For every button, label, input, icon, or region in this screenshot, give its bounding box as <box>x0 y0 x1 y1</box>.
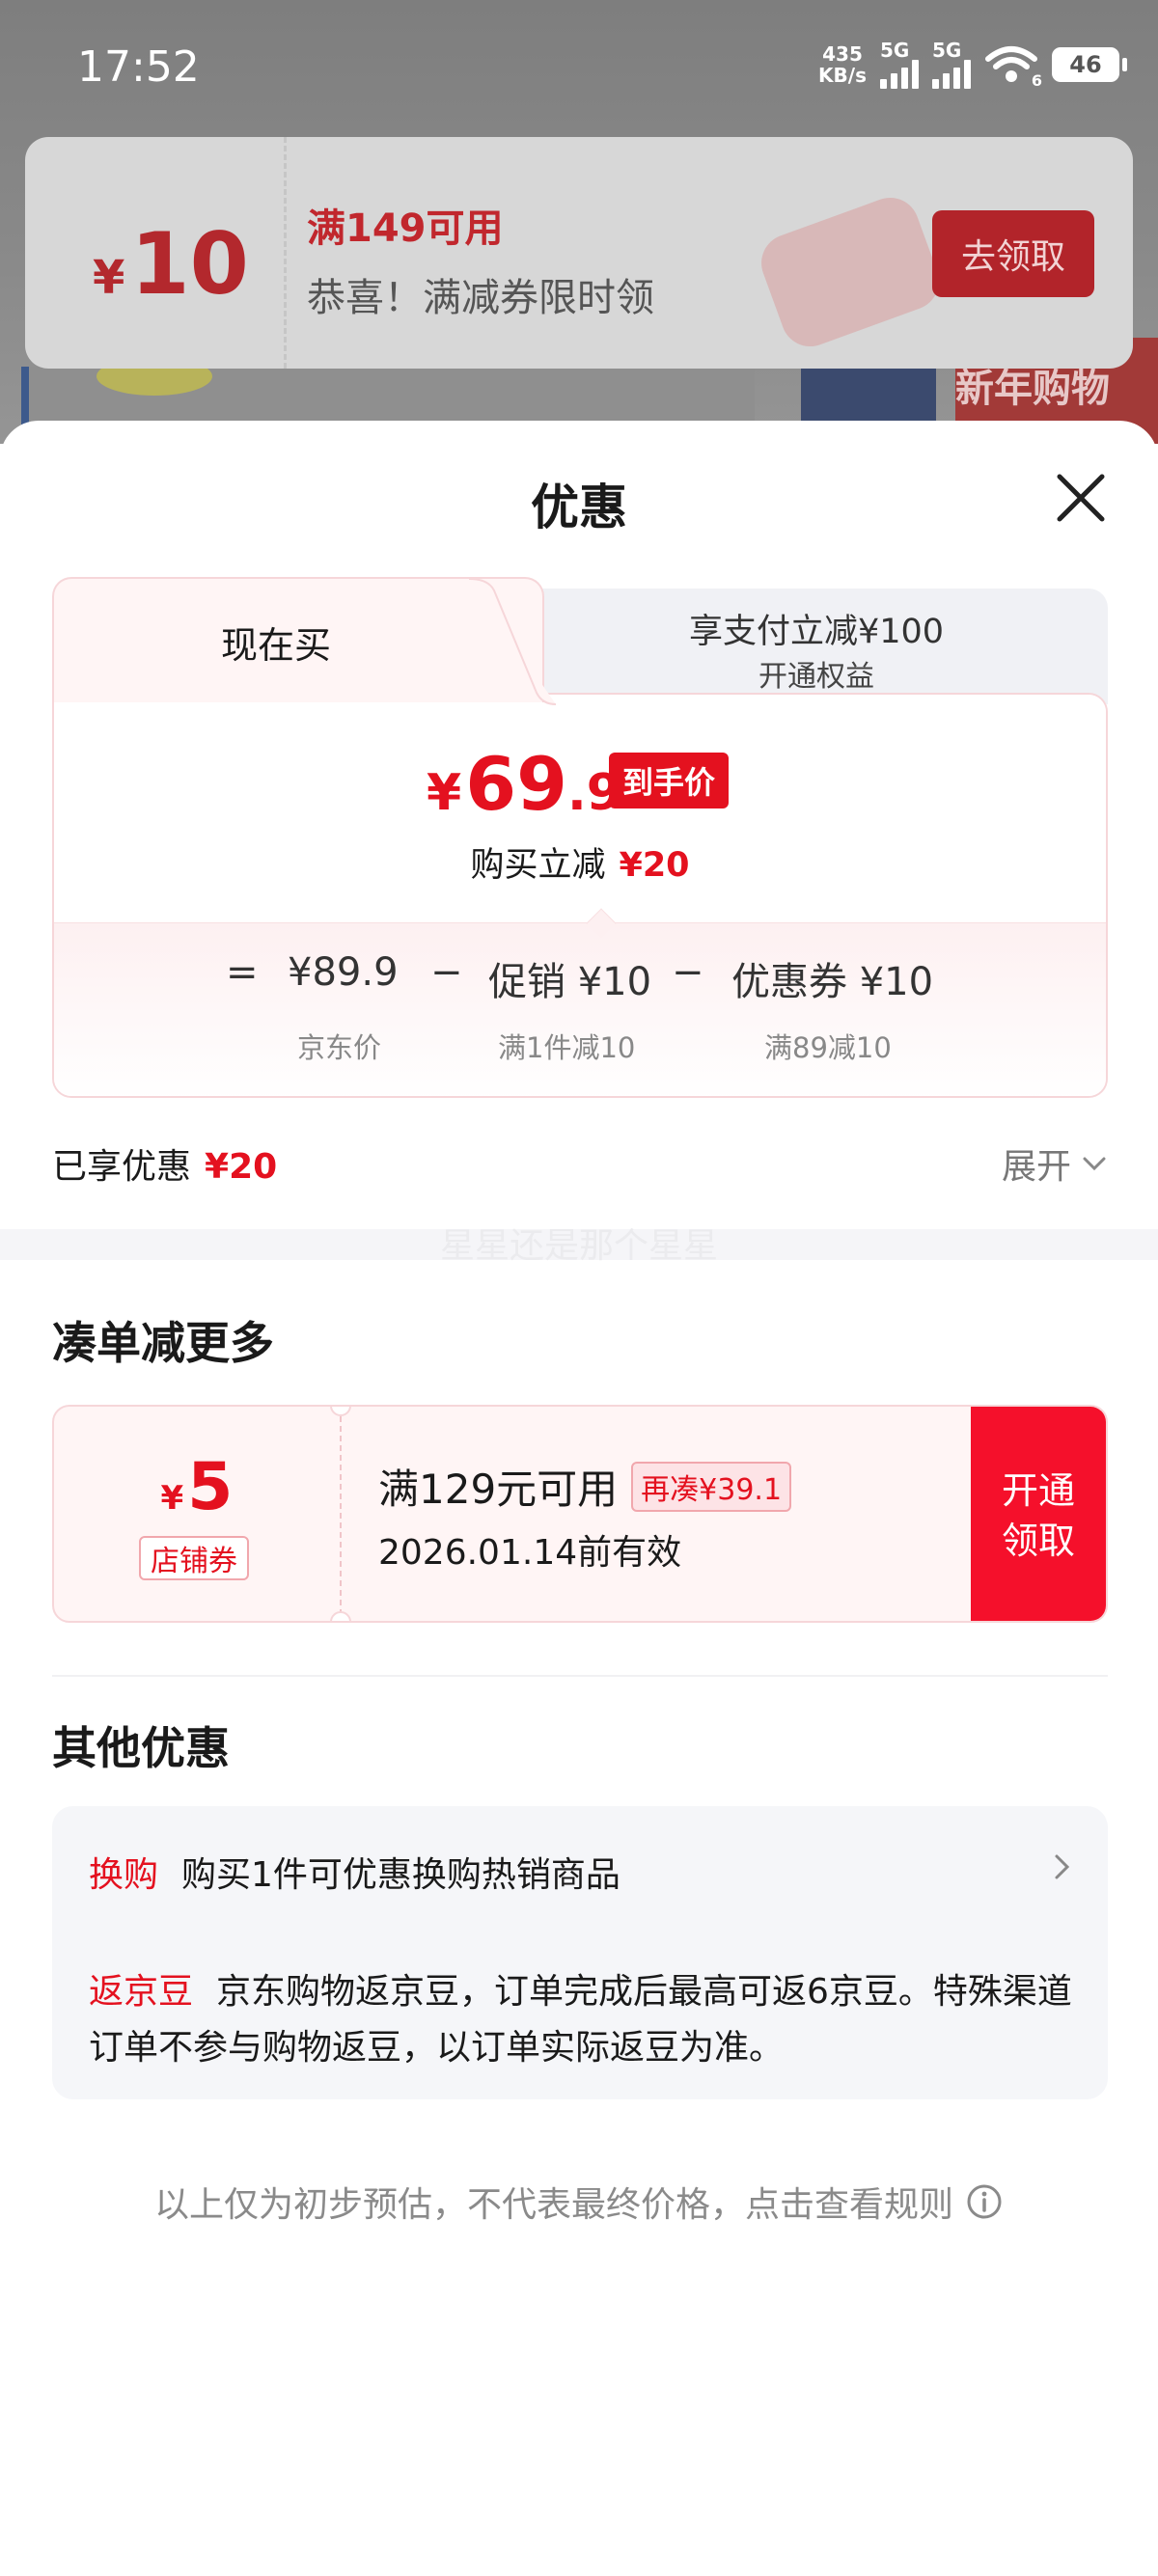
banner-divider <box>284 137 287 369</box>
purchase-reduction: 购买立减 ¥20 <box>54 837 1106 887</box>
store-coupon-amount: ¥5 <box>54 1449 340 1525</box>
store-coupon-validity: 2026.01.14前有效 <box>378 1533 682 1573</box>
formula-minus-1: − <box>430 950 463 995</box>
price-card-body: ¥69.9 到手价 购买立减 ¥20 = ¥89.9 − 促销 ¥10 − 优惠券… <box>52 693 1108 1098</box>
network-speed-unit: KB/s <box>818 64 867 87</box>
activate-claim-line2: 领取 <box>1001 1520 1075 1562</box>
formula-coupon: 优惠券 ¥10 <box>731 960 934 1004</box>
section-divider <box>52 1675 1108 1677</box>
tab-buy-now-label: 现在买 <box>220 623 331 667</box>
status-icons: 435 KB/s 5G 5G 6 46 <box>818 41 1127 90</box>
store-coupon-condition-text: 满129元可用 <box>378 1466 619 1513</box>
formula-equals: = <box>226 950 259 995</box>
battery-level: 46 <box>1069 51 1102 78</box>
exchange-label: 换购 <box>89 1855 159 1895</box>
other-offers-card: 换购 购买1件可优惠换购热销商品 返京豆 京东购物返京豆，订单完成后最高可返6京豆… <box>52 1806 1108 2099</box>
activate-claim-button[interactable]: 开通 领取 <box>971 1407 1106 1621</box>
combine-section-title: 凑单减更多 <box>52 1317 274 1369</box>
close-icon[interactable] <box>1054 471 1108 525</box>
formula-jd-price-label: 京东价 <box>297 1031 382 1064</box>
expand-button[interactable]: 展开 <box>1002 1138 1108 1189</box>
rules-footnote[interactable]: 以上仅为初步预估，不代表最终价格，点击查看规则 <box>0 2177 1158 2227</box>
beans-text: 京东购物返京豆，订单完成后最高可返6京豆。特殊渠道订单不参与购物返豆，以订单实际… <box>89 1972 1072 2068</box>
final-price-currency: ¥ <box>427 764 462 822</box>
info-icon[interactable] <box>965 2182 1004 2221</box>
sim1-label: 5G <box>880 39 910 62</box>
tab-pay-discount-title: 享支付立减¥100 <box>688 613 945 651</box>
final-price-integer: 69 <box>465 741 567 827</box>
purchase-reduction-value: ¥20 <box>619 846 690 885</box>
battery-icon: 46 <box>1052 47 1127 82</box>
store-coupon-value: ¥5 店铺券 <box>54 1407 340 1621</box>
other-offers-title: 其他优惠 <box>52 1722 230 1774</box>
banner-decoration <box>753 189 948 355</box>
coupon-banner: ¥10 满149可用 恭喜！满减券限时领 去领取 <box>25 137 1133 369</box>
network-speed: 435 KB/s <box>818 43 867 86</box>
wifi-badge: 6 <box>1031 71 1042 90</box>
activate-claim-line1: 开通 <box>1001 1469 1075 1512</box>
exchange-text: 购买1件可优惠换购热销商品 <box>181 1855 620 1895</box>
price-card: 享支付立减¥100 开通权益 ¥69.9 到手价 购买立减 ¥20 = ¥89.9… <box>52 577 1108 1098</box>
footnote-text: 以上仅为初步预估，不代表最终价格，点击查看规则 <box>153 2185 953 2225</box>
watermark: 星星还是那个星星 <box>439 1226 718 1266</box>
wifi-icon: 6 <box>984 45 1042 90</box>
sim1-signal-icon: 5G <box>880 41 919 89</box>
sim2-label: 5G <box>932 39 962 62</box>
store-coupon-condition: 满129元可用 再凑¥39.1 <box>378 1457 792 1516</box>
formula-promo: 促销 ¥10 <box>488 960 652 1004</box>
enjoyed-discount-value: ¥20 <box>205 1147 278 1187</box>
enjoyed-discount: 已享优惠 ¥20 <box>52 1138 277 1189</box>
banner-currency: ¥ <box>93 251 125 305</box>
network-speed-value: 435 <box>822 42 863 66</box>
purchase-reduction-label: 购买立减 <box>470 846 606 885</box>
claim-coupon-button[interactable]: 去领取 <box>932 210 1094 297</box>
price-breakdown: = ¥89.9 − 促销 ¥10 − 优惠券 ¥10 京东价 满1件减10 满8… <box>54 922 1106 1096</box>
formula-promo-label: 满1件减10 <box>498 1031 636 1064</box>
status-time: 17:52 <box>77 42 200 92</box>
store-coupon-currency: ¥ <box>160 1479 184 1518</box>
banner-coupon-amount: ¥10 <box>93 214 249 314</box>
store-coupon-number: 5 <box>187 1449 234 1525</box>
store-coupon-tag: 店铺券 <box>139 1536 249 1580</box>
expand-label: 展开 <box>1001 1147 1071 1187</box>
final-price: ¥69.9 <box>427 741 621 827</box>
store-coupon-card: ¥5 店铺券 满129元可用 再凑¥39.1 2026.01.14前有效 开通领… <box>52 1405 1108 1623</box>
banner-subtitle: 恭喜！满减券限时领 <box>307 276 654 320</box>
price-summary: ¥69.9 到手价 购买立减 ¥20 <box>54 695 1106 922</box>
store-coupon-separator <box>340 1407 342 1621</box>
final-price-tag: 到手价 <box>609 753 730 808</box>
formula-minus-2: − <box>672 950 704 995</box>
formula-jd-price: ¥89.9 <box>288 950 399 995</box>
enjoyed-discount-label: 已享优惠 <box>52 1147 192 1187</box>
formula-coupon-label: 满89减10 <box>764 1031 892 1064</box>
banner-title: 满149可用 <box>307 206 504 251</box>
coupon-notch-bottom <box>330 1611 351 1621</box>
jd-beans-offer-row: 返京豆 京东购物返京豆，订单完成后最高可返6京豆。特殊渠道订单不参与购物返豆，以订… <box>89 1964 1073 2076</box>
exchange-offer-row[interactable]: 换购 购买1件可优惠换购热销商品 <box>89 1847 1073 1897</box>
sheet-title: 优惠 <box>531 480 627 535</box>
chevron-down-icon <box>1083 1157 1106 1171</box>
sim2-signal-icon: 5G <box>932 41 971 89</box>
chevron-right-icon <box>1055 1854 1070 1879</box>
beans-label: 返京豆 <box>89 1972 194 2012</box>
tab-pay-discount[interactable]: 享支付立减¥100 开通权益 <box>525 589 1108 704</box>
add-more-badge: 再凑¥39.1 <box>631 1461 792 1512</box>
banner-amount: 10 <box>130 214 249 314</box>
tab-buy-now[interactable]: 现在买 <box>52 577 556 705</box>
tab-pay-discount-subtitle: 开通权益 <box>758 660 874 694</box>
offers-sheet: 优惠 享支付立减¥100 开通权益 ¥69.9 到手价 购买立减 ¥20 = ¥8… <box>0 421 1158 2576</box>
